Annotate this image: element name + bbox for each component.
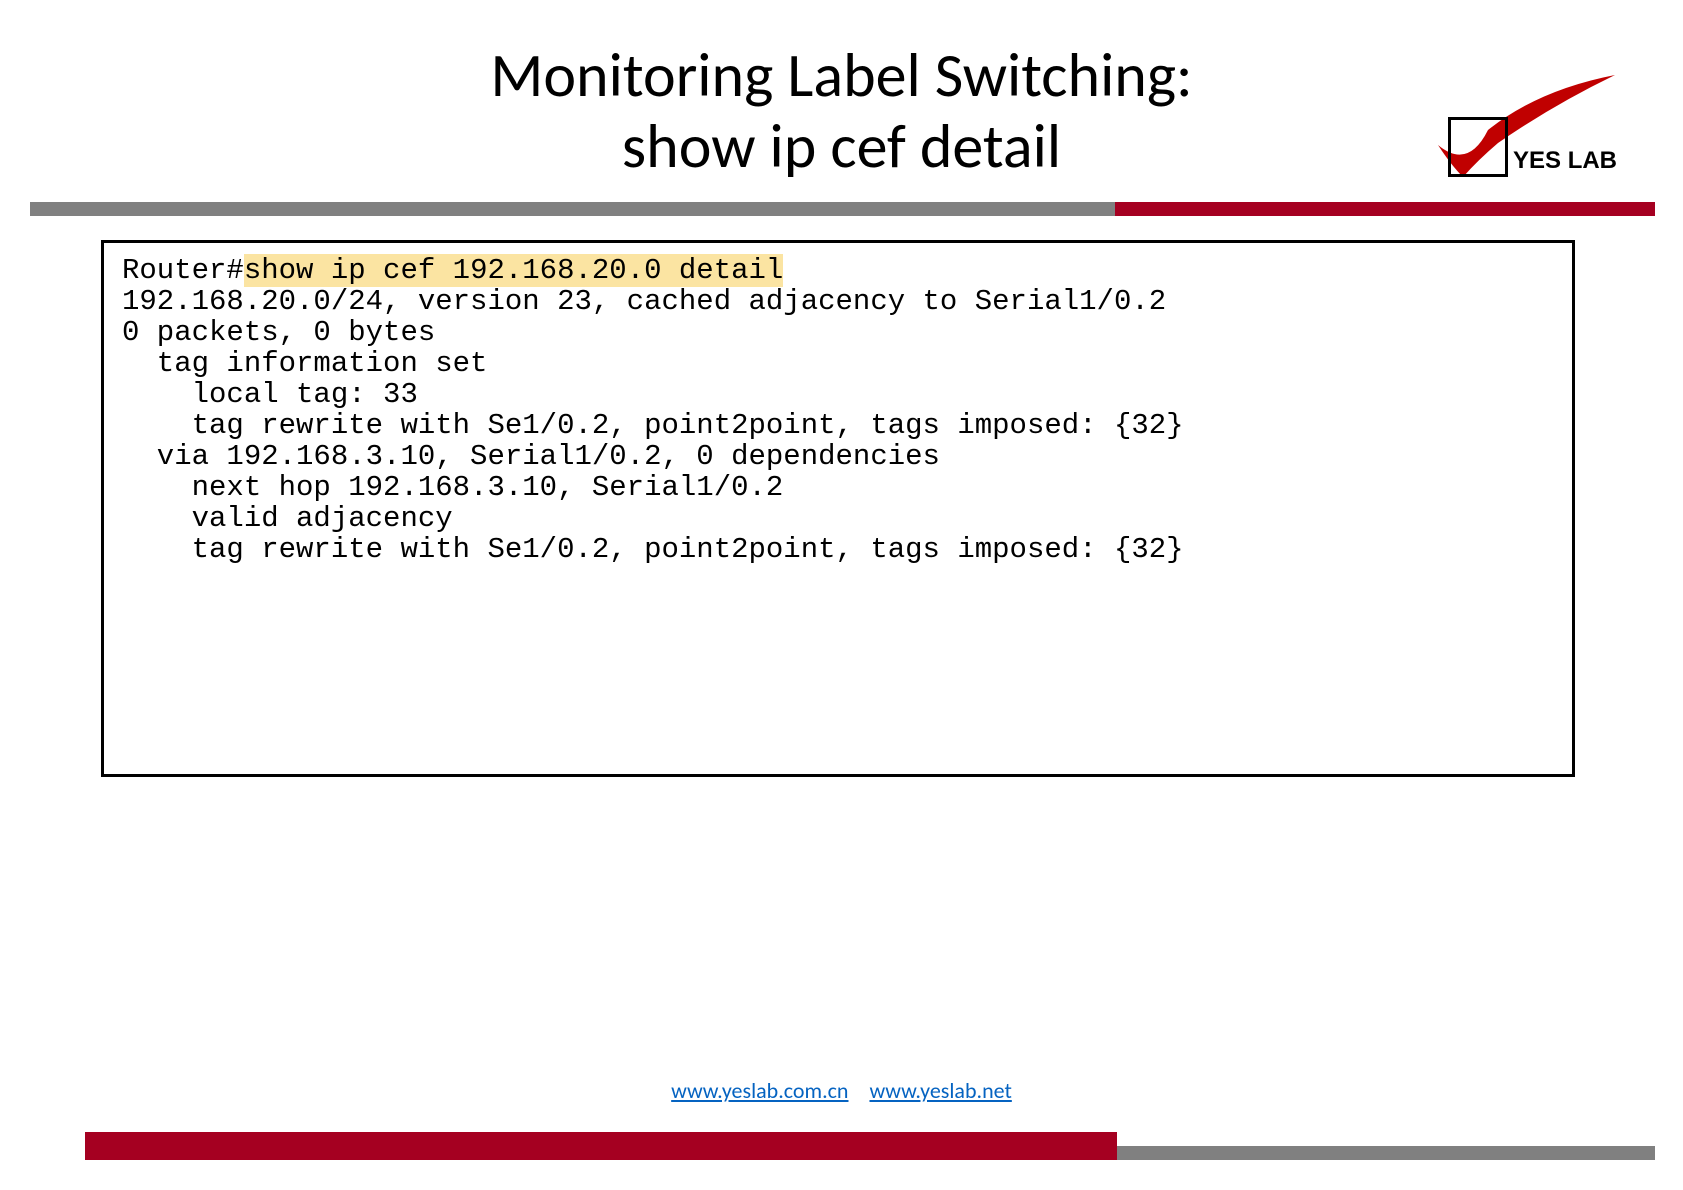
footer-link-2[interactable]: www.yeslab.net [869, 1077, 1011, 1104]
footer-red-bar [85, 1132, 1117, 1160]
logo-text: YES LAB [1513, 147, 1617, 175]
command-text: show ip cef 192.168.20.0 detail [244, 254, 784, 287]
logo-box-icon [1448, 117, 1508, 177]
code-body: 192.168.20.0/24, version 23, cached adja… [122, 285, 1184, 566]
footer-link-1[interactable]: www.yeslab.com.cn [671, 1077, 848, 1104]
header-red-bar [1115, 202, 1655, 216]
logo: YES LAB [1363, 75, 1623, 195]
footer-links: www.yeslab.com.cn www.yeslab.net [0, 1077, 1683, 1104]
header-gray-bar [30, 202, 1115, 216]
code-block: Router#show ip cef 192.168.20.0 detail 1… [101, 240, 1575, 777]
router-prompt: Router# [122, 254, 244, 287]
footer-gray-bar [1117, 1146, 1655, 1160]
